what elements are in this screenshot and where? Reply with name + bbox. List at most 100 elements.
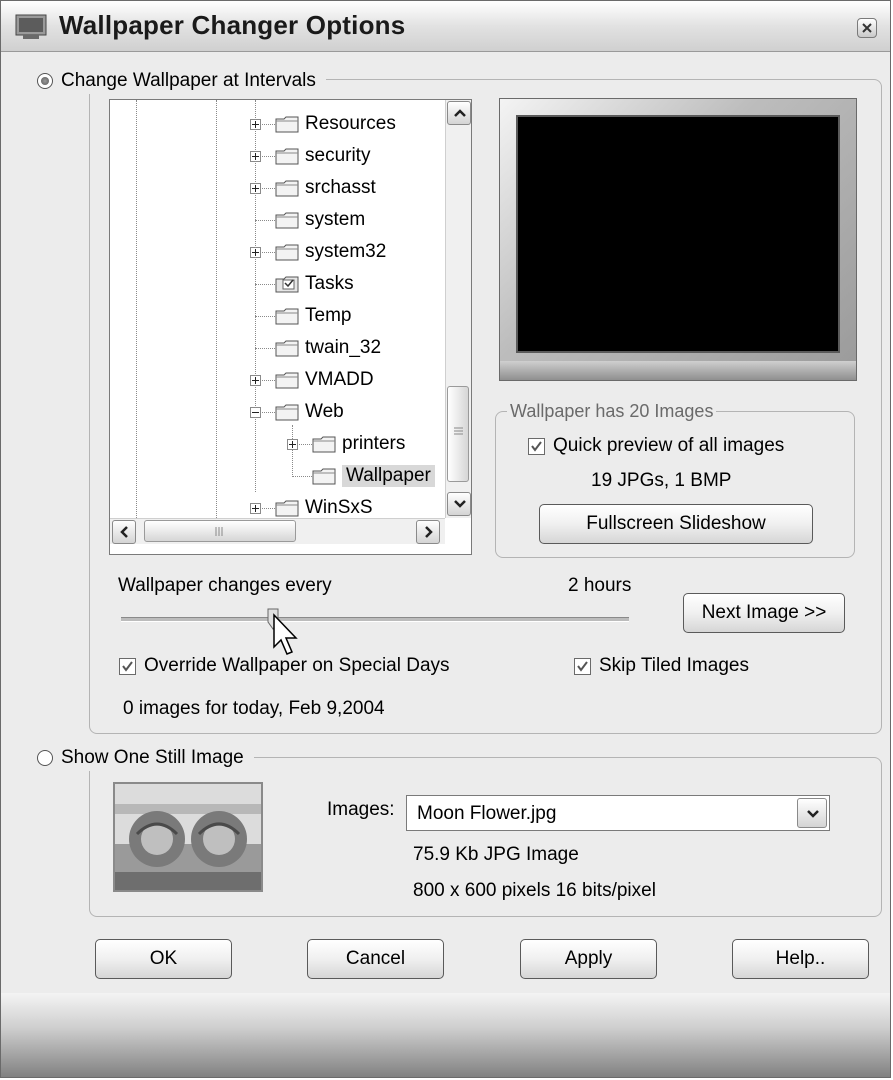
tree-item-twain-32[interactable]: twain_32 — [275, 334, 381, 362]
folder-icon — [275, 372, 299, 389]
intervals-radio[interactable]: Change Wallpaper at Intervals — [37, 68, 326, 94]
images-dropdown-button[interactable] — [797, 798, 827, 828]
skip-tiled-check[interactable] — [574, 657, 591, 675]
quick-preview-checkbox[interactable]: Quick preview of all images — [528, 435, 784, 457]
preview-screen — [516, 115, 840, 353]
monitor-icon — [15, 14, 47, 39]
title-bar[interactable]: Wallpaper Changer Options — [1, 1, 890, 52]
tree-item-system32[interactable]: system32 — [275, 238, 386, 266]
close-icon — [862, 23, 872, 33]
scroll-up-button[interactable] — [447, 101, 471, 125]
window-footer-band — [1, 993, 890, 1077]
tree-item-label: system — [305, 209, 366, 230]
tree-item-label: Web — [305, 401, 344, 422]
expand-vmadd[interactable] — [250, 375, 261, 386]
today-images-text: 0 images for today, Feb 9,2004 — [123, 698, 385, 719]
minus-icon — [252, 412, 259, 413]
tasks-folder-icon — [275, 276, 299, 293]
tree-item-vmadd[interactable]: VMADD — [275, 366, 374, 394]
chevron-right-icon — [425, 526, 433, 538]
tree-item-temp[interactable]: Temp — [275, 302, 351, 330]
folder-icon — [275, 148, 299, 165]
checkmark-icon — [122, 660, 133, 672]
vertical-scroll-thumb[interactable] — [447, 386, 469, 482]
fullscreen-slideshow-button[interactable]: Fullscreen Slideshow — [539, 504, 813, 544]
tree-item-label: Resources — [305, 113, 396, 134]
window-title: Wallpaper Changer Options — [59, 10, 406, 40]
plus-icon — [289, 441, 296, 448]
tree-item-label: printers — [342, 433, 406, 454]
close-button[interactable] — [857, 18, 877, 38]
tree-item-label: security — [305, 145, 371, 166]
folder-icon — [275, 404, 299, 421]
still-image-radio-label: Show One Still Image — [61, 747, 244, 768]
tree-item-system[interactable]: system — [275, 206, 365, 234]
plus-icon — [252, 121, 259, 128]
expand-winsxs[interactable] — [250, 503, 261, 514]
interval-label: Wallpaper changes every — [118, 575, 332, 596]
override-check[interactable] — [119, 657, 136, 675]
folder-icon — [275, 244, 299, 261]
chevron-down-icon — [807, 810, 819, 818]
skip-tiled-checkbox[interactable]: Skip Tiled Images — [574, 655, 749, 677]
chevron-down-icon — [454, 500, 466, 508]
mouse-pointer-icon — [273, 613, 298, 655]
ok-button[interactable]: OK — [95, 939, 232, 979]
folder-tree[interactable]: Resources security srchasst system syste… — [109, 99, 472, 555]
plus-icon — [252, 249, 259, 256]
next-image-button[interactable]: Next Image >> — [683, 593, 845, 633]
override-special-days-checkbox[interactable]: Override Wallpaper on Special Days — [119, 655, 450, 677]
still-image-radio-button[interactable] — [37, 750, 53, 766]
tree-horizontal-scrollbar[interactable] — [110, 518, 445, 544]
scroll-down-button[interactable] — [447, 492, 471, 516]
quick-preview-label: Quick preview of all images — [553, 435, 785, 456]
expand-system32[interactable] — [250, 247, 261, 258]
radio-dot — [41, 77, 49, 85]
scroll-left-button[interactable] — [112, 520, 136, 544]
interval-slider-track[interactable] — [121, 617, 629, 622]
tree-item-label-selected: Wallpaper — [342, 465, 435, 487]
tree-item-label: twain_32 — [305, 337, 382, 358]
tree-item-label: WinSxS — [305, 497, 373, 518]
images-combobox[interactable]: Moon Flower.jpg — [406, 795, 830, 831]
tree-vertical-scrollbar[interactable] — [445, 100, 471, 518]
chevron-left-icon — [120, 526, 128, 538]
plus-icon — [252, 505, 259, 512]
tree-item-web[interactable]: Web — [275, 398, 344, 426]
wallpaper-preview-monitor — [499, 98, 857, 381]
tree-item-tasks[interactable]: Tasks — [275, 270, 354, 298]
collapse-web[interactable] — [250, 407, 261, 418]
checkmark-icon — [577, 660, 588, 672]
expand-resources[interactable] — [250, 119, 261, 130]
quick-preview-check[interactable] — [528, 437, 545, 455]
tree-item-wallpaper[interactable]: Wallpaper — [312, 462, 435, 490]
scroll-right-button[interactable] — [416, 520, 440, 544]
horizontal-scroll-thumb[interactable] — [144, 520, 296, 542]
tree-item-label: Tasks — [305, 273, 354, 294]
plus-icon — [252, 185, 259, 192]
intervals-radio-label: Change Wallpaper at Intervals — [61, 70, 316, 91]
folder-icon — [275, 500, 299, 517]
tree-item-label: system32 — [305, 241, 387, 262]
folder-icon — [312, 436, 336, 453]
intervals-radio-button[interactable] — [37, 73, 53, 89]
tree-item-resources[interactable]: Resources — [275, 110, 396, 138]
folder-icon — [275, 308, 299, 325]
grip-icon — [454, 427, 463, 435]
help-button[interactable]: Help.. — [732, 939, 869, 979]
tree-item-srchasst[interactable]: srchasst — [275, 174, 376, 202]
expand-printers[interactable] — [287, 439, 298, 450]
tree-item-printers[interactable]: printers — [312, 430, 405, 458]
tree-item-label: srchasst — [305, 177, 376, 198]
still-image-radio[interactable]: Show One Still Image — [37, 745, 254, 771]
plus-icon — [252, 153, 259, 160]
expand-security[interactable] — [250, 151, 261, 162]
expand-srchasst[interactable] — [250, 183, 261, 194]
tree-item-security[interactable]: security — [275, 142, 370, 170]
chevron-up-icon — [454, 109, 466, 117]
checkmark-icon — [531, 440, 542, 452]
images-label: Images: — [327, 799, 395, 820]
cancel-button[interactable]: Cancel — [307, 939, 444, 979]
interval-value: 2 hours — [568, 575, 632, 596]
apply-button[interactable]: Apply — [520, 939, 657, 979]
